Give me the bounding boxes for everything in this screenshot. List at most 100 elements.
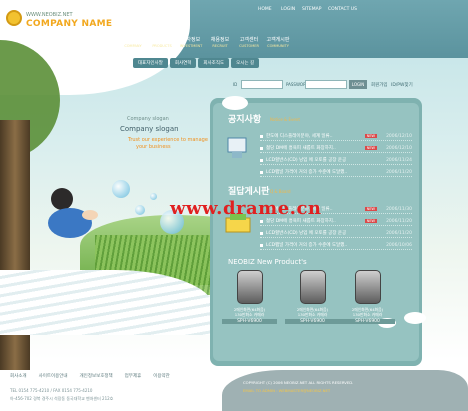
products-title: NEOBIZ New Product's [228,258,307,266]
footer-link-privacy[interactable]: 개인정보보호정책 [80,373,113,379]
menu-label: 회사소개 [123,37,143,43]
main-menu: 회사소개 COMPANY 제품소개 PRODUCTS 투자정보 INVESTMENT … [120,32,294,56]
login-button[interactable]: LOGIN [349,80,367,89]
phone-icon [354,270,381,304]
menu-label: 투자정보 [181,37,201,43]
logo-name[interactable]: COMPANY NAME [26,19,112,29]
product-model: SPH-V6900 [222,319,277,324]
notice-row[interactable]: LCD팹널 가격이 거의 증가 수준에 도달했.. 2006/11/20 [260,168,412,177]
bullet-icon [260,134,263,138]
notice-title[interactable]: 공지사항 [228,112,261,125]
topnav-contact[interactable]: CONTACT US [328,7,357,12]
company-slogan-small: Company slogan [127,116,169,122]
menu-investment[interactable]: 투자정보 INVESTMENT [178,32,204,54]
menu-community[interactable]: 고객게시판 COMMUNITY [265,32,291,54]
logo-icon[interactable] [6,10,22,26]
product-card[interactable]: 2메인화면(64화음) 130만화소 카메라 SPH-V6900 [285,270,340,324]
product-name: 2메인화면(64화음) 130만화소 카메라 [296,307,329,317]
footer-link-terms[interactable]: 이용약관 [153,373,170,379]
find-id-link[interactable]: ID/PW찾기 [391,82,413,88]
product-name: 2메인화면(64화음) 130만화소 카메라 [233,307,266,317]
notice-row-date: 2006/11/20 [386,169,412,175]
topnav-login[interactable]: LOGIN [281,7,295,12]
qna-row-text: LCD할반스(CD) 낭입 에 오토를 공장 운공 [266,231,347,236]
footer-link-partnership[interactable]: 업무제휴 [125,373,142,379]
qna-row-date: 2006/11/30 [386,206,412,212]
menu-label: 고객게시판 [266,37,290,43]
id-input[interactable] [241,80,283,89]
menu-sublabel: PRODUCTS [152,44,172,48]
menu-sublabel: INVESTMENT [179,44,203,48]
new-badge: NEW [364,207,377,211]
new-badge: NEW [364,219,377,223]
new-badge: NEW [364,134,377,138]
cloud-decoration [404,312,426,324]
product-name: 2메인화면(64화음) 130만화소 카메라 [351,307,384,317]
child-illustration [48,188,98,238]
bullet-icon [260,146,263,150]
password-input[interactable] [305,80,347,89]
submenu-organization[interactable]: 회사조직도 [198,58,230,68]
menu-customer[interactable]: 고객센터 CUSTOMER [236,32,262,54]
menu-label: 채용정보 [210,37,230,43]
qna-row[interactable]: LCD팹널 가격이 거의 증가 수준에 도달했.. 2006/10/06 [260,241,412,250]
qna-row-date: 2006/10/06 [386,242,412,248]
company-slogan: Company slogan [120,125,179,133]
qna-row[interactable]: LCD할반스(CD) 낭입 에 오토를 공장 운공 2006/11/20 [260,229,412,238]
menu-company[interactable]: 회사소개 COMPANY [120,32,146,54]
product-card[interactable]: 2메인화면(64화음) 130만화소 카메라 SPH-V6900 [222,270,277,324]
notice-row[interactable]: 젊당 DM에 흥육피 새롭트 화장하지.. NEW 2006/12/10 [260,144,412,153]
login-bar: ID PASSWORD LOGIN 회원가입 ID/PW찾기 [213,80,463,92]
waves-illustration [0,270,215,335]
notice-subtitle: Notice & Event [270,117,300,122]
bubble-4 [150,193,157,200]
qna-title[interactable]: 질답게시판 [228,184,269,197]
sub-menu: 대표자인사말 회사연혁 회사조직도 오시는 길 [133,58,261,68]
qna-row-date: 2006/11/20 [386,218,412,224]
submenu-history[interactable]: 회사연혁 [169,58,197,68]
phone-icon [236,270,263,304]
notice-row-text: 젊당 DM에 흥육피 새롭트 화장하지.. [266,146,336,151]
menu-sublabel: RECRUIT [212,44,228,48]
menu-label: 제품소개 [152,37,172,43]
submenu-greeting[interactable]: 대표자인사말 [133,58,168,68]
menu-label: 고객센터 [239,37,259,43]
topnav-sitemap[interactable]: SITEMAP [302,7,321,12]
bullet-icon [260,243,263,247]
product-model: SPH-V6900 [285,319,340,324]
qna-row-date: 2006/11/20 [386,230,412,236]
logo-url: WWW.NEOBIZ.NET [26,12,73,18]
menu-recruit[interactable]: 채용정보 RECRUIT [207,32,233,54]
notice-row-date: 2006/12/10 [386,145,412,151]
notice-row-date: 2006/11/24 [386,157,412,163]
bubble-3 [135,205,145,215]
company-tagline-1: Trust our experience to manage [128,137,208,143]
bullet-icon [260,219,263,223]
submenu-location[interactable]: 오시는 길 [231,58,260,68]
menu-sublabel: CUSTOMER [239,44,259,48]
bullet-icon [260,158,263,162]
watermark: www.drame.cn [170,198,322,219]
footer-email[interactable]: EMAIL TO ADMIN : WEBMASTER@NEOBIZ.NET [243,388,330,393]
notice-row-text: 한도에 디스플레이분야, 세계 일류.. [266,134,333,139]
join-link[interactable]: 회원가입 [371,82,388,88]
menu-products[interactable]: 제품소개 PRODUCTS [149,32,175,54]
footer-link-guide[interactable]: 사이트이용안내 [39,373,68,379]
new-badge: NEW [364,146,377,150]
phone-icon [299,270,326,304]
notice-row[interactable]: LCD할반스(CD) 낭입 에 오토를 공장 운공 2006/11/24 [260,156,412,165]
footer-link-company[interactable]: 회사소개 [10,373,27,379]
notice-row-text: LCD할반스(CD) 낭입 에 오토를 공장 운공 [266,158,347,163]
footer-copyright: COPYRIGHT (C) 2006 NEOBIZ.NET ALL RIGHTS… [243,380,354,385]
notice-illustration-icon [227,137,247,158]
bullet-icon [260,170,263,174]
topnav-home[interactable]: HOME [258,7,272,12]
product-card[interactable]: 2메인화면(64화음) 130만화소 카메라 SPH-V6900 [340,270,395,324]
footer-address: 아-456-702 경북 경주시 석장동 동국대학교 벤처센터 212호 [10,396,114,401]
notice-row-date: 2006/12/10 [386,133,412,139]
qna-row-text: LCD팹널 가격이 거의 증가 수준에 도달했.. [266,243,348,248]
notice-row[interactable]: 한도에 디스플레이분야, 세계 일류.. NEW 2006/12/10 [260,132,412,141]
bubble-1 [112,180,130,198]
product-model: SPH-V6900 [340,319,395,324]
menu-sublabel: COMMUNITY [267,44,289,48]
